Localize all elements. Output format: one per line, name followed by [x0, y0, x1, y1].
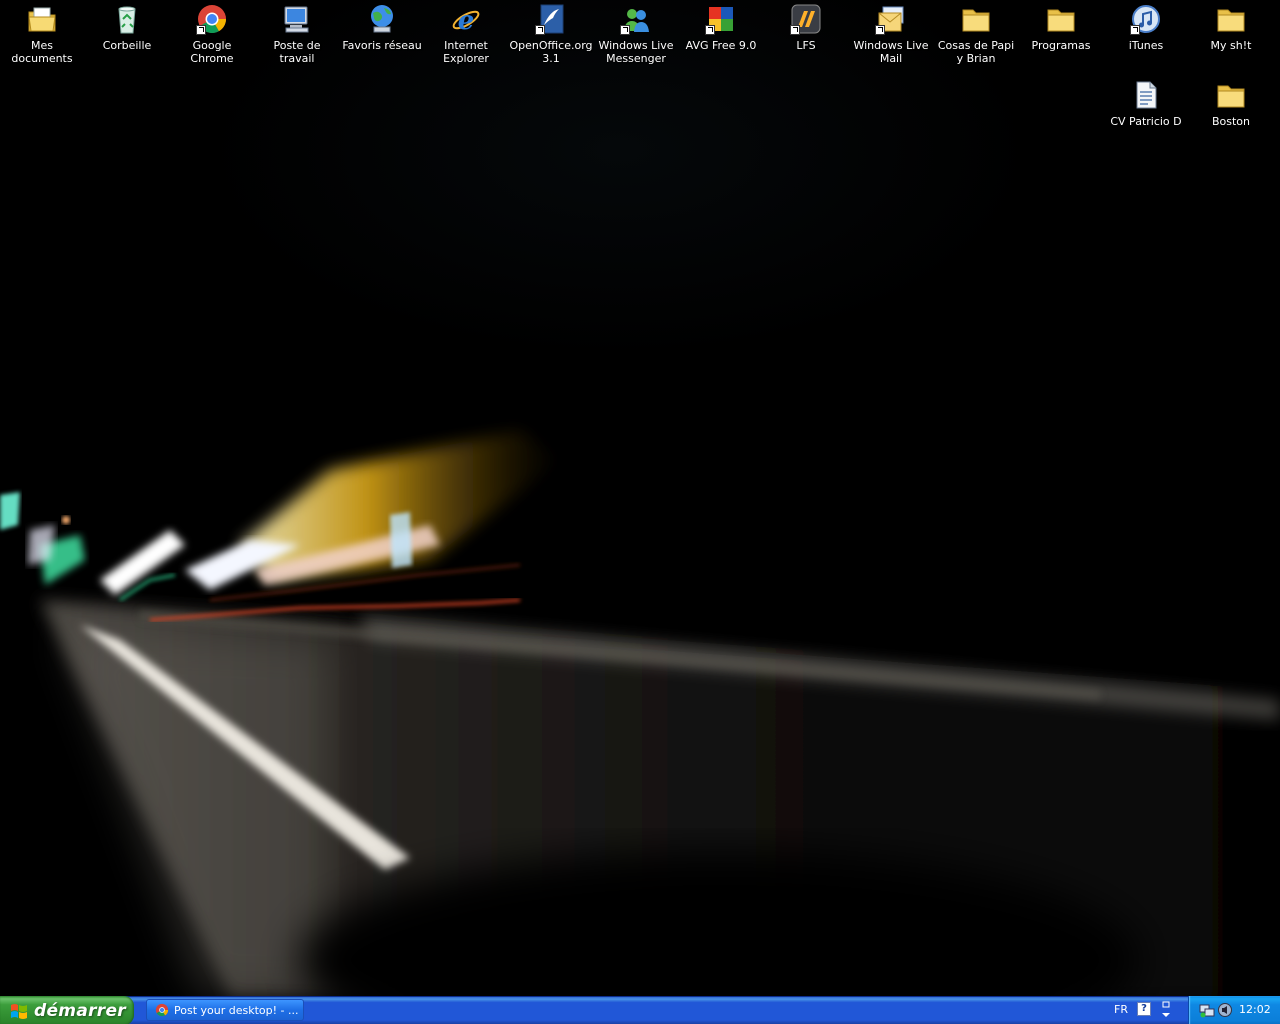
desktop-wallpaper — [0, 0, 1280, 996]
windows-live-mail-icon — [875, 3, 907, 35]
taskbar: démarrer Post your desktop! - ... FR ? 1… — [0, 996, 1280, 1024]
start-label: démarrer — [34, 1000, 126, 1021]
svg-text:e: e — [458, 6, 475, 35]
desktop-icon-label: Mes documents — [11, 39, 73, 65]
night-highway-photo — [0, 430, 1280, 996]
desktop-icon-label: Boston — [1211, 115, 1251, 128]
desktop-icon-itunes[interactable]: iTunes — [1104, 2, 1188, 52]
desktop-icon-windows-live-mail[interactable]: Windows Live Mail — [849, 2, 933, 65]
recycle-bin-icon — [111, 3, 143, 35]
desktop-icon-label: Internet Explorer — [443, 39, 489, 65]
network-status-icon[interactable] — [1199, 1002, 1215, 1018]
language-options-icon[interactable] — [1160, 1000, 1172, 1020]
desktop-icon-label: LFS — [796, 39, 816, 52]
start-button[interactable]: démarrer — [0, 996, 134, 1024]
windows-logo-icon — [11, 1003, 27, 1019]
shortcut-arrow-icon — [1130, 25, 1140, 35]
desktop-icon-label: AVG Free 9.0 — [685, 39, 757, 52]
lfs-game-icon — [790, 3, 822, 35]
clock[interactable]: 12:02 — [1239, 1003, 1271, 1016]
desktop-icon-openoffice[interactable]: OpenOffice.org 3.1 — [509, 2, 593, 65]
language-indicator[interactable]: FR — [1114, 1003, 1128, 1016]
help-icon[interactable]: ? — [1137, 1002, 1151, 1016]
desktop-icon-label: CV Patricio D — [1110, 115, 1182, 128]
document-icon — [1130, 79, 1162, 111]
desktop-icon-my-sht[interactable]: My sh!t — [1189, 2, 1273, 52]
desktop-icon-label: iTunes — [1128, 39, 1164, 52]
avg-antivirus-icon — [705, 3, 737, 35]
folder-icon — [1215, 3, 1247, 35]
shortcut-arrow-icon — [875, 25, 885, 35]
desktop-icon-label: Windows Live Mail — [853, 39, 929, 65]
system-tray: 12:02 — [1188, 996, 1280, 1024]
desktop-icon-corbeille[interactable]: Corbeille — [85, 2, 169, 52]
desktop-icon-cosas-de-papi-y-brian[interactable]: Cosas de Papi y Brian — [934, 2, 1018, 65]
desktop-icon-favoris-reseau[interactable]: Favoris réseau — [340, 2, 424, 52]
desktop-icon-internet-explorer[interactable]: e Internet Explorer — [424, 2, 508, 65]
desktop-icon-lfs[interactable]: LFS — [764, 2, 848, 52]
desktop-icon-label: My sh!t — [1210, 39, 1252, 52]
desktop-icon-label: Cosas de Papi y Brian — [937, 39, 1015, 65]
itunes-icon — [1130, 3, 1162, 35]
shortcut-arrow-icon — [620, 25, 630, 35]
google-chrome-icon — [155, 1003, 169, 1017]
desktop-icon-mes-documents[interactable]: Mes documents — [0, 2, 84, 65]
desktop-icon-label: Corbeille — [102, 39, 152, 52]
shortcut-arrow-icon — [705, 25, 715, 35]
desktop-icon-avg-free[interactable]: AVG Free 9.0 — [679, 2, 763, 52]
desktop-icon-label: Programas — [1031, 39, 1091, 52]
shortcut-arrow-icon — [196, 25, 206, 35]
my-documents-icon — [26, 3, 58, 35]
desktop-icon-windows-live-messenger[interactable]: Windows Live Messenger — [594, 2, 678, 65]
taskbar-button-chrome-window[interactable]: Post your desktop! - ... — [146, 999, 304, 1021]
volume-icon[interactable] — [1217, 1002, 1233, 1018]
desktop-icon-programas[interactable]: Programas — [1019, 2, 1103, 52]
shortcut-arrow-icon — [535, 25, 545, 35]
desktop-icon-google-chrome[interactable]: Google Chrome — [170, 2, 254, 65]
internet-explorer-icon: e — [450, 3, 482, 35]
folder-icon — [1215, 79, 1247, 111]
desktop-icon-boston[interactable]: Boston — [1189, 78, 1273, 128]
folder-icon — [960, 3, 992, 35]
my-computer-icon — [281, 3, 313, 35]
shortcut-arrow-icon — [790, 25, 800, 35]
desktop-icon-label: Favoris réseau — [342, 39, 422, 52]
desktop-icon-label: Google Chrome — [190, 39, 234, 65]
folder-icon — [1045, 3, 1077, 35]
desktop-icon-label: Windows Live Messenger — [598, 39, 674, 65]
network-places-icon — [366, 3, 398, 35]
google-chrome-icon — [196, 3, 228, 35]
desktop-icon-label: Poste de travail — [273, 39, 321, 65]
windows-live-messenger-icon — [620, 3, 652, 35]
desktop-icon-label: OpenOffice.org 3.1 — [509, 39, 593, 65]
openoffice-icon — [535, 3, 567, 35]
taskbar-button-label: Post your desktop! - ... — [174, 1003, 299, 1017]
desktop-icon-cv-patricio[interactable]: CV Patricio D — [1104, 78, 1188, 128]
desktop-icon-poste-de-travail[interactable]: Poste de travail — [255, 2, 339, 65]
